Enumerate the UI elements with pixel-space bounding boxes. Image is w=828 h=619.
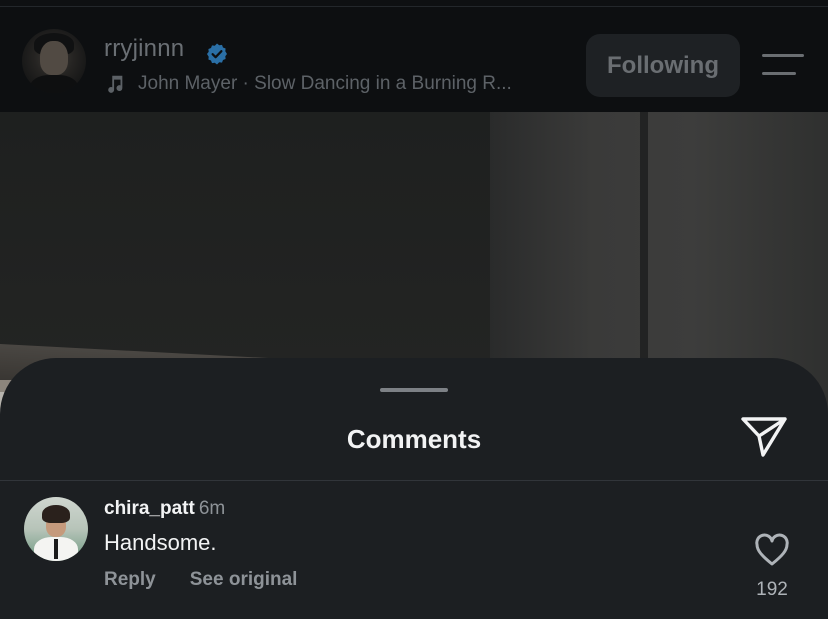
sheet-grabber[interactable]	[380, 388, 448, 392]
verified-badge-icon	[207, 43, 227, 65]
send-icon[interactable]	[740, 414, 788, 458]
music-title: John Mayer · Slow Dancing in a Burning R…	[138, 73, 512, 94]
menu-icon[interactable]	[762, 52, 804, 80]
music-row[interactable]: John Mayer · Slow Dancing in a Burning R…	[104, 73, 512, 95]
reply-button[interactable]: Reply	[104, 569, 156, 591]
comment-actions: Reply See original	[104, 569, 297, 591]
sheet-title: Comments	[346, 424, 482, 454]
commenter-username[interactable]: chira_patt	[104, 498, 195, 519]
author-avatar[interactable]	[22, 29, 86, 93]
see-original-button[interactable]: See original	[190, 569, 298, 591]
screen: rryjinnn John Mayer · Slow Dancing in a …	[0, 0, 828, 619]
like-count: 192	[756, 579, 788, 600]
comment-item: chira_patt 6m Handsome. Reply See origina…	[0, 481, 828, 619]
heart-icon[interactable]	[754, 533, 790, 567]
author-username[interactable]: rryjinnn	[104, 35, 184, 63]
post-header: rryjinnn John Mayer · Slow Dancing in a …	[0, 7, 828, 112]
following-button[interactable]: Following	[586, 34, 740, 97]
comment-header: chira_patt 6m	[104, 498, 225, 520]
commenter-avatar[interactable]	[24, 497, 88, 561]
comment-time: 6m	[198, 498, 226, 519]
comment-text: Handsome.	[104, 530, 217, 555]
music-note-icon	[108, 75, 123, 93]
comments-sheet: Comments chira_patt 6m Handsome. Reply Se…	[0, 358, 828, 619]
